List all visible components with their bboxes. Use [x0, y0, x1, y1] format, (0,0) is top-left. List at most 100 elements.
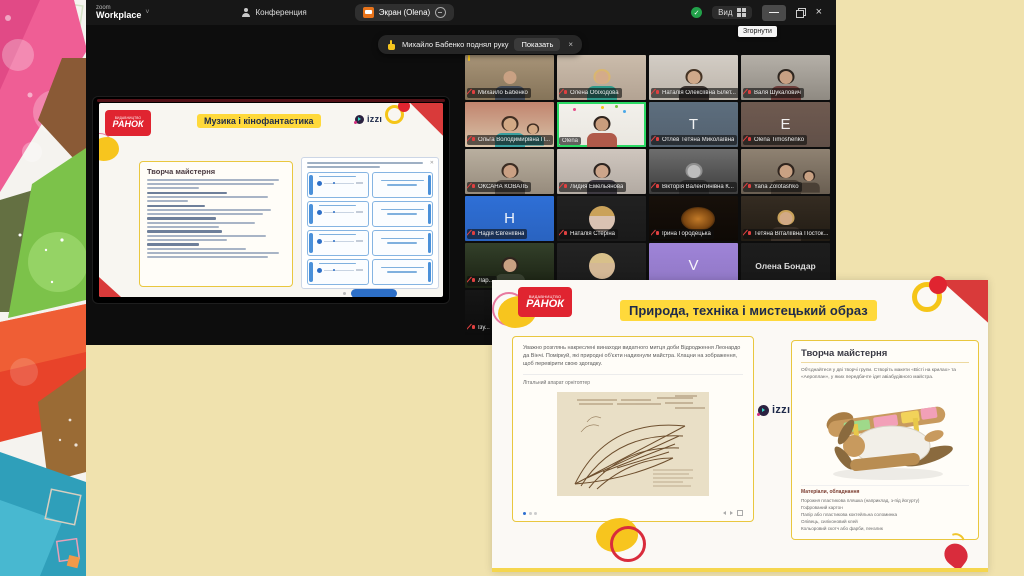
restore-button[interactable]: [796, 8, 806, 18]
shared-screen-top-strip: [97, 99, 445, 102]
muted-mic-icon: [470, 277, 476, 285]
image-caption[interactable]: Літальний апарат орнітоптер: [523, 380, 743, 386]
tab-conference[interactable]: Конференция: [241, 8, 306, 17]
participant-name-label: Olena Timoshenko: [743, 135, 807, 145]
show-button[interactable]: Показать: [514, 38, 560, 51]
text-line: [147, 183, 274, 185]
muted-mic-icon: [470, 89, 476, 97]
card-controls[interactable]: [723, 510, 743, 516]
participant-tile[interactable]: ННадія Євгеніївна: [465, 196, 554, 241]
play-icon: [317, 268, 322, 273]
participant-name: Yana Zolotashko: [754, 184, 799, 190]
workshop-intro-text: Об'єднайтеся у дві творчі групи. Створіт…: [801, 367, 969, 381]
background-art: [0, 0, 86, 576]
next-icon[interactable]: [730, 511, 733, 515]
participant-name: Лидия Емельянова: [570, 184, 623, 190]
muted-mic-icon: [470, 230, 476, 238]
participant-tile[interactable]: Валя Шукалович: [741, 55, 830, 100]
participant-tile[interactable]: ОКСАНА КОВАЛЬ: [465, 149, 554, 194]
participant-name-label: Отлев Тетяна Миколаївна: [651, 135, 737, 145]
participant-name: Ірина Городецька: [662, 231, 711, 237]
participant-tile[interactable]: Тетяна Віталіївна Посток...: [741, 196, 830, 241]
widget-instruction-line: [307, 166, 380, 168]
participant-tile[interactable]: Вікторія Валентинівна К...: [649, 149, 738, 194]
participant-name-label: Тетяна Віталіївна Посток...: [743, 229, 830, 239]
materials-list: Порожня пластикова пляшка (наприклад, з-…: [801, 497, 969, 533]
participant-name: Ізу...: [478, 325, 490, 331]
participant-name-label: Михайло Бабенко: [467, 88, 531, 98]
materials-item: Папір або пластикова коктейльна соломинк…: [801, 511, 969, 518]
text-line: [147, 200, 188, 202]
chevron-down-icon[interactable]: ˅: [145, 9, 149, 16]
participant-name-label: Олена Обіходова: [559, 88, 622, 98]
muted-mic-icon: [654, 89, 660, 97]
participant-tile[interactable]: Олена Обіходова: [557, 55, 646, 100]
muted-mic-icon: [746, 136, 752, 144]
text-line: [147, 192, 227, 194]
minimize-button[interactable]: [762, 5, 786, 21]
izzi-icon: [355, 115, 364, 124]
muted-mic-icon: [654, 183, 660, 191]
notification-close-icon[interactable]: ×: [568, 40, 573, 49]
participant-tile[interactable]: Наталія Олексіївна Білет...: [649, 55, 738, 100]
participant-tile[interactable]: Михайло Бабенко: [465, 55, 554, 100]
participant-tile[interactable]: EOlena Timoshenko: [741, 102, 830, 147]
participant-name-label: Надія Євгеніївна: [467, 229, 527, 239]
widget-instruction-line: [307, 162, 423, 164]
ranok-logo: ВИДАВНИЦТВО РАНОК: [518, 287, 572, 317]
participant-name: Olena: [562, 138, 578, 144]
red-dot-decoration: [929, 276, 947, 294]
muted-mic-icon: [654, 230, 660, 238]
muted-mic-icon: [470, 136, 476, 144]
text-line: [147, 239, 227, 241]
pagination-dots[interactable]: [523, 512, 537, 515]
slide2-title: Природа, техніка і мистецький образ: [620, 300, 877, 321]
muted-mic-icon: [470, 324, 476, 332]
text-line: [147, 217, 216, 219]
participant-tile[interactable]: Ірина Городецька: [649, 196, 738, 241]
close-button[interactable]: ×: [816, 7, 822, 18]
titlebar-controls: ✓ Вид ×: [691, 5, 836, 21]
participant-name-label: Вікторія Валентинівна К...: [651, 182, 737, 192]
answer-card: [372, 259, 434, 285]
prev-icon[interactable]: [723, 511, 726, 515]
red-ring-decoration: [610, 526, 646, 562]
muted-mic-icon: [746, 230, 752, 238]
avatar: [589, 253, 615, 279]
red-dot-decoration: [398, 103, 410, 112]
matching-cards: [307, 172, 433, 285]
participant-tile[interactable]: Лидия Емельянова: [557, 149, 646, 194]
materials-title: Матеріали, обладнання: [801, 489, 969, 495]
answer-card: [372, 230, 434, 256]
widget-close-icon: ✕: [430, 160, 434, 166]
text-line: [147, 213, 263, 215]
participant-tile[interactable]: Ольга Володимирівна П...: [465, 102, 554, 147]
slide-bottom-border: [492, 568, 988, 572]
widget-footer: [307, 289, 433, 298]
audio-card: [307, 230, 369, 256]
tab-screen-share[interactable]: Экран (Olena): [355, 4, 454, 21]
participant-tile[interactable]: TОтлев Тетяна Миколаївна: [649, 102, 738, 147]
davinci-sketch-image[interactable]: [557, 392, 709, 496]
ranok-logo-name: РАНОК: [526, 299, 564, 310]
participant-name: Отлев Тетяна Миколаївна: [662, 137, 734, 143]
text-line: [147, 226, 219, 228]
participant-tile[interactable]: Olena: [557, 102, 646, 147]
view-button[interactable]: Вид: [712, 6, 751, 19]
text-line: [147, 179, 279, 181]
fullscreen-icon[interactable]: [737, 510, 743, 516]
collapse-tab-icon[interactable]: [435, 7, 446, 18]
participant-tile[interactable]: Yana Zolotashko: [741, 149, 830, 194]
participant-tile[interactable]: Наталія Стеріна: [557, 196, 646, 241]
refresh-icon: [343, 292, 346, 295]
workshop-box: Творча майстерня Об'єднайтеся у дві твор…: [791, 340, 979, 540]
zoom-workplace-brand[interactable]: zoom Workplace ˅: [86, 5, 149, 20]
text-line: [147, 243, 199, 245]
cardboard-airplane-image: [810, 384, 960, 482]
security-shield-icon[interactable]: ✓: [691, 7, 702, 18]
materials-item: Кольоровий скотч або фарби, пензлик: [801, 525, 969, 532]
muted-mic-icon: [562, 183, 568, 191]
confetti-dot: [601, 106, 604, 109]
tab-conference-label: Конференция: [255, 8, 306, 17]
materials-section: Матеріали, обладнання Порожня пластикова…: [801, 485, 969, 532]
